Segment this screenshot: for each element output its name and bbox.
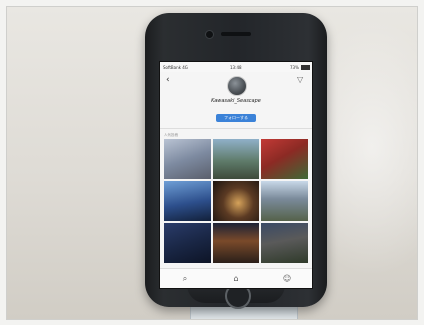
carrier-label: SoftBank 4G <box>163 65 188 70</box>
front-camera <box>205 30 214 39</box>
grid-photo[interactable] <box>261 223 308 263</box>
section-label: 人気投稿 <box>164 133 178 137</box>
grid-photo[interactable] <box>261 181 308 221</box>
follow-button[interactable]: フォローする <box>216 114 256 122</box>
earpiece-speaker <box>221 32 251 36</box>
grid-photo[interactable] <box>212 223 260 263</box>
avatar <box>227 76 247 96</box>
clock-label: 13:48 <box>230 65 242 70</box>
battery-percent: 73% <box>290 65 299 70</box>
battery-icon <box>301 65 310 70</box>
grid-photo[interactable] <box>261 139 308 179</box>
grid-photo[interactable] <box>164 181 211 221</box>
home-icon[interactable]: ⌂ <box>231 274 241 284</box>
back-icon[interactable]: ‹ <box>166 75 176 85</box>
filter-icon[interactable]: ▽ <box>297 75 307 85</box>
status-bar: SoftBank 4G 13:48 73% <box>160 62 312 72</box>
photo-frame: SoftBank 4G 13:48 73% ‹ ▽ Kawasaki_Seasc… <box>6 6 418 320</box>
photo-grid <box>164 139 308 263</box>
phone-screen: SoftBank 4G 13:48 73% ‹ ▽ Kawasaki_Seasc… <box>159 61 313 289</box>
profile-icon[interactable]: ☺ <box>282 274 292 284</box>
grid-photo[interactable] <box>164 223 211 263</box>
grid-photo[interactable] <box>164 139 211 179</box>
profile-name: Kawasaki_Seascape <box>211 98 261 104</box>
search-icon[interactable]: ⌕ <box>180 274 190 284</box>
bottom-tab-bar: ⌕ ⌂ ☺ <box>160 268 312 288</box>
divider <box>160 128 312 129</box>
grid-photo[interactable] <box>212 139 260 179</box>
grid-photo[interactable] <box>212 181 260 221</box>
